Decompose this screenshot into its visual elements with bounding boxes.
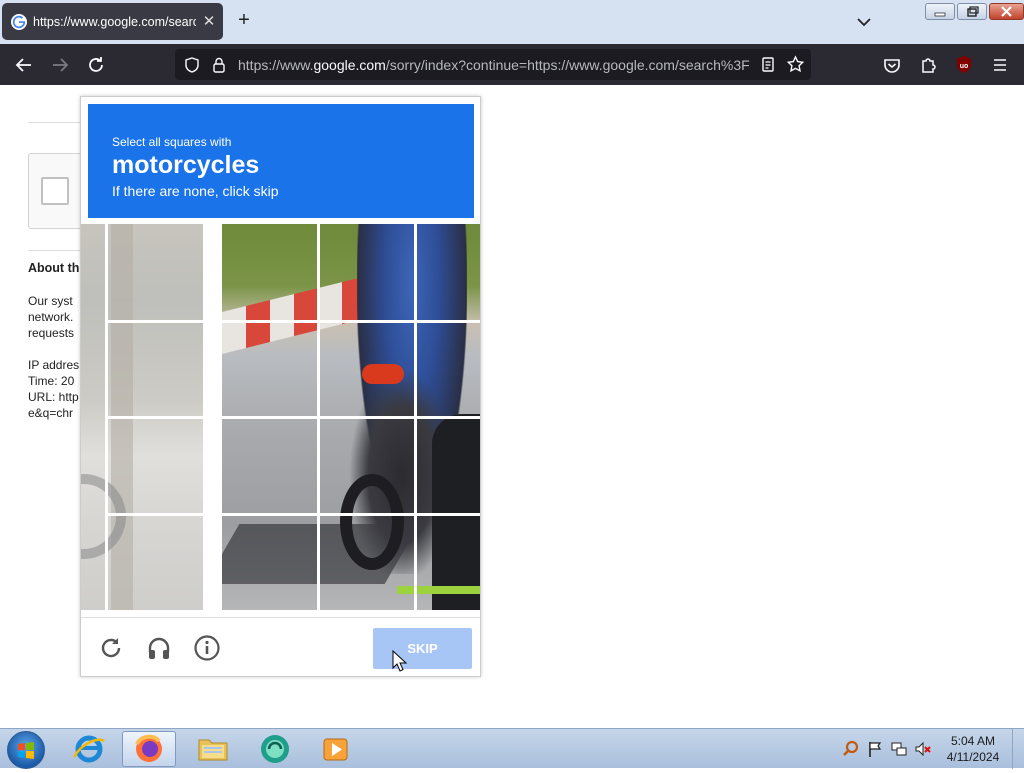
grid-tile[interactable] xyxy=(320,224,414,320)
start-button[interactable] xyxy=(7,731,45,769)
windows-logo-icon xyxy=(18,742,34,759)
grid-tile[interactable] xyxy=(320,419,414,513)
media-player-taskbar-icon[interactable] xyxy=(309,731,363,767)
pocket-icon[interactable] xyxy=(879,52,905,78)
tab-close-icon[interactable]: ✕ xyxy=(201,12,217,30)
restore-icon xyxy=(967,6,979,17)
action-center-flag-icon[interactable] xyxy=(866,740,884,758)
challenge-header: Select all squares with motorcycles If t… xyxy=(88,104,474,218)
target-object-text: motorcycles xyxy=(112,151,260,179)
grid-tile[interactable] xyxy=(222,516,317,610)
new-tab-button[interactable]: + xyxy=(233,10,255,32)
url-bar[interactable]: https://www.google.com/sorry/index?conti… xyxy=(175,49,811,80)
bookmark-star-icon[interactable] xyxy=(786,55,805,74)
about-text: Our syst network. requests IP addres Tim… xyxy=(28,294,80,420)
internet-explorer-taskbar-icon[interactable] xyxy=(62,731,116,767)
grid-tile[interactable] xyxy=(417,323,480,416)
navigation-toolbar: https://www.google.com/sorry/index?conti… xyxy=(0,44,1024,85)
lock-icon[interactable] xyxy=(211,56,227,74)
volume-muted-tray-icon[interactable] xyxy=(914,740,932,758)
tracking-protection-shield-icon[interactable] xyxy=(183,56,201,74)
recaptcha-challenge-popup: Select all squares with motorcycles If t… xyxy=(80,96,481,677)
ublock-origin-icon[interactable]: uo xyxy=(951,52,977,78)
hamburger-menu-icon[interactable] xyxy=(987,52,1013,78)
file-explorer-taskbar-icon[interactable] xyxy=(186,731,240,767)
window-controls xyxy=(925,3,1024,20)
minimize-button[interactable] xyxy=(925,3,955,20)
grid-tile[interactable] xyxy=(320,323,414,416)
close-window-button[interactable] xyxy=(989,3,1024,20)
network-tray-icon[interactable] xyxy=(890,740,908,758)
google-favicon-icon xyxy=(11,14,27,30)
tab-title: https://www.google.com/search xyxy=(33,15,196,29)
challenge-footer: SKIP xyxy=(81,617,480,676)
show-desktop-button[interactable] xyxy=(1012,729,1024,769)
grid-tile[interactable] xyxy=(222,224,317,320)
reader-view-icon[interactable] xyxy=(760,56,776,73)
svg-text:uo: uo xyxy=(960,63,969,70)
grid-tile[interactable] xyxy=(320,516,414,610)
instruction-text: Select all squares with xyxy=(112,135,232,149)
help-info-icon[interactable] xyxy=(193,634,221,662)
grid-tile[interactable] xyxy=(108,323,203,416)
grid-tile[interactable] xyxy=(417,419,480,513)
mouse-cursor-icon xyxy=(392,650,408,672)
forward-arrow-icon[interactable] xyxy=(47,52,73,78)
grid-tile[interactable] xyxy=(108,419,203,513)
back-arrow-icon[interactable] xyxy=(11,52,37,78)
grid-tile[interactable] xyxy=(417,224,480,320)
extensions-puzzle-icon[interactable] xyxy=(915,52,941,78)
firefox-taskbar-icon[interactable] xyxy=(122,731,176,767)
system-clock[interactable]: 5:04 AM 4/11/2024 xyxy=(940,733,1006,765)
url-text[interactable]: https://www.google.com/sorry/index?conti… xyxy=(238,57,751,73)
recaptcha-checkbox[interactable] xyxy=(41,177,69,205)
close-icon xyxy=(1001,6,1012,17)
grid-tile[interactable] xyxy=(108,516,203,610)
grid-tile[interactable] xyxy=(417,516,480,610)
reload-icon[interactable] xyxy=(83,52,109,78)
grid-tile[interactable] xyxy=(108,224,203,320)
skip-button[interactable]: SKIP xyxy=(373,628,472,669)
grid-tile[interactable] xyxy=(222,419,317,513)
clock-date: 4/11/2024 xyxy=(946,750,1000,764)
clock-time: 5:04 AM xyxy=(950,734,996,748)
divider xyxy=(28,250,88,251)
taskbar: 5:04 AM 4/11/2024 xyxy=(0,728,1024,769)
search-magnifier-tray-icon[interactable] xyxy=(842,740,860,758)
skip-instruction-text: If there are none, click skip xyxy=(112,183,279,199)
challenge-image-grid[interactable] xyxy=(81,224,480,610)
audio-challenge-headphones-icon[interactable] xyxy=(145,634,173,662)
chat-app-taskbar-icon[interactable] xyxy=(248,731,302,767)
tab-strip: https://www.google.com/search ✕ + xyxy=(0,0,1024,44)
minimize-icon xyxy=(934,12,946,17)
divider xyxy=(28,122,88,123)
about-heading: About th xyxy=(28,261,80,275)
restore-button[interactable] xyxy=(957,3,987,20)
grid-tile[interactable] xyxy=(222,323,317,416)
list-all-tabs-chevron-icon[interactable] xyxy=(852,10,876,34)
reload-challenge-icon[interactable] xyxy=(97,634,125,662)
browser-tab[interactable]: https://www.google.com/search ✕ xyxy=(2,3,223,40)
